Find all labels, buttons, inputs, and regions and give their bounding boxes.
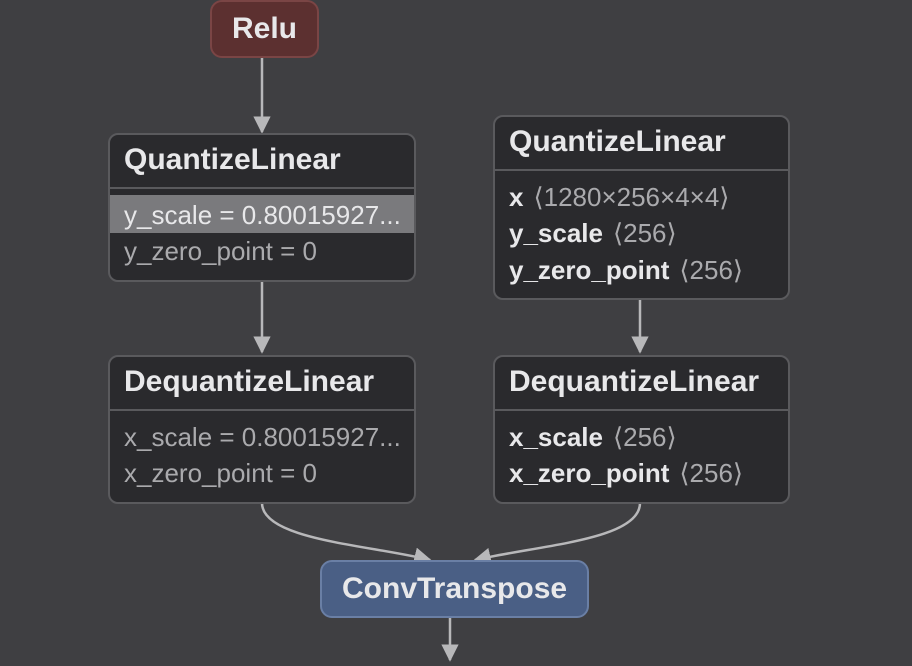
node-relu[interactable]: Relu bbox=[210, 0, 319, 58]
node-dequantize-right-body: x_scale⟨256⟩ x_zero_point⟨256⟩ bbox=[495, 411, 788, 502]
node-convtranspose[interactable]: ConvTranspose bbox=[320, 560, 589, 618]
param-yscale[interactable]: y_scale = 0.80015927... bbox=[110, 195, 414, 233]
param-xscale-r[interactable]: x_scale⟨256⟩ bbox=[509, 419, 774, 455]
node-quantize-right[interactable]: QuantizeLinear x⟨1280×256×4×4⟩ y_scale⟨2… bbox=[493, 115, 790, 300]
node-quantize-left-body: y_scale = 0.80015927... y_zero_point = 0 bbox=[110, 189, 414, 280]
node-dequantize-right-title: DequantizeLinear bbox=[495, 357, 788, 411]
node-dequantize-left[interactable]: DequantizeLinear x_scale = 0.80015927...… bbox=[108, 355, 416, 504]
param-yscale-r[interactable]: y_scale⟨256⟩ bbox=[509, 215, 774, 251]
node-quantize-right-body: x⟨1280×256×4×4⟩ y_scale⟨256⟩ y_zero_poin… bbox=[495, 171, 788, 298]
param-xzero-r[interactable]: x_zero_point⟨256⟩ bbox=[509, 455, 774, 491]
node-dequantize-right[interactable]: DequantizeLinear x_scale⟨256⟩ x_zero_poi… bbox=[493, 355, 790, 504]
node-quantize-right-title: QuantizeLinear bbox=[495, 117, 788, 171]
node-quantize-left[interactable]: QuantizeLinear y_scale = 0.80015927... y… bbox=[108, 133, 416, 282]
node-dequantize-left-title: DequantizeLinear bbox=[110, 357, 414, 411]
param-xzero[interactable]: x_zero_point = 0 bbox=[124, 455, 400, 491]
param-yzero-r[interactable]: y_zero_point⟨256⟩ bbox=[509, 252, 774, 288]
node-dequantize-left-body: x_scale = 0.80015927... x_zero_point = 0 bbox=[110, 411, 414, 502]
param-xscale[interactable]: x_scale = 0.80015927... bbox=[124, 419, 400, 455]
param-x[interactable]: x⟨1280×256×4×4⟩ bbox=[509, 179, 774, 215]
node-quantize-left-title: QuantizeLinear bbox=[110, 135, 414, 189]
node-convtranspose-label: ConvTranspose bbox=[342, 572, 567, 605]
graph-canvas: Relu QuantizeLinear y_scale = 0.80015927… bbox=[0, 0, 912, 666]
node-relu-label: Relu bbox=[232, 12, 297, 45]
param-yzero[interactable]: y_zero_point = 0 bbox=[124, 233, 400, 269]
